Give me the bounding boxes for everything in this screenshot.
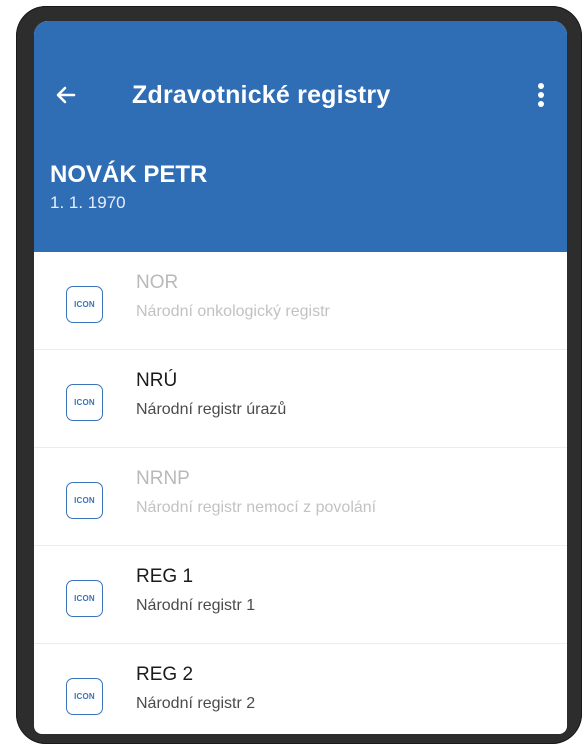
registry-code: NRNP: [136, 468, 190, 489]
back-button[interactable]: [50, 79, 82, 111]
registry-icon: ICON: [66, 482, 103, 519]
registry-item[interactable]: ICON NRÚ Národní registr úrazů: [34, 350, 567, 448]
registry-code: NRÚ: [136, 370, 178, 391]
registry-icon: ICON: [66, 286, 103, 323]
more-vertical-icon: [538, 83, 544, 107]
registry-name: Národní registr 2: [136, 695, 256, 712]
registry-list: ICON NOR Národní onkologický registr ICON NR…: [34, 252, 567, 734]
page-title: Zdravotnické registry: [132, 81, 391, 109]
app-header: Zdravotnické registry NOVÁK PETR 1. 1. 1…: [34, 21, 567, 252]
registry-item[interactable]: ICON NRNP Národní registr nemocí z povolán…: [34, 448, 567, 546]
registry-code: NOR: [136, 272, 179, 293]
registry-item[interactable]: ICON NOR Národní onkologický registr: [34, 252, 567, 350]
patient-name: NOVÁK PETR: [50, 161, 208, 188]
registry-icon: ICON: [66, 384, 103, 421]
registry-name: Národní registr nemocí z povolání: [136, 499, 377, 516]
app-screen: Zdravotnické registry NOVÁK PETR 1. 1. 1…: [34, 21, 567, 734]
registry-item[interactable]: ICON REG 1 Národní registr 1: [34, 546, 567, 644]
registry-code: REG 2: [136, 664, 194, 685]
registry-name: Národní registr úrazů: [136, 401, 287, 418]
registry-icon: ICON: [66, 678, 103, 715]
registry-code: REG 1: [136, 566, 194, 587]
registry-name: Národní registr 1: [136, 597, 256, 614]
registry-item[interactable]: ICON REG 2 Národní registr 2: [34, 644, 567, 734]
arrow-left-icon: [56, 86, 76, 104]
registry-name: Národní onkologický registr: [136, 303, 330, 320]
registry-icon: ICON: [66, 580, 103, 617]
overflow-menu-button[interactable]: [527, 79, 555, 111]
patient-birth-date: 1. 1. 1970: [50, 193, 126, 212]
